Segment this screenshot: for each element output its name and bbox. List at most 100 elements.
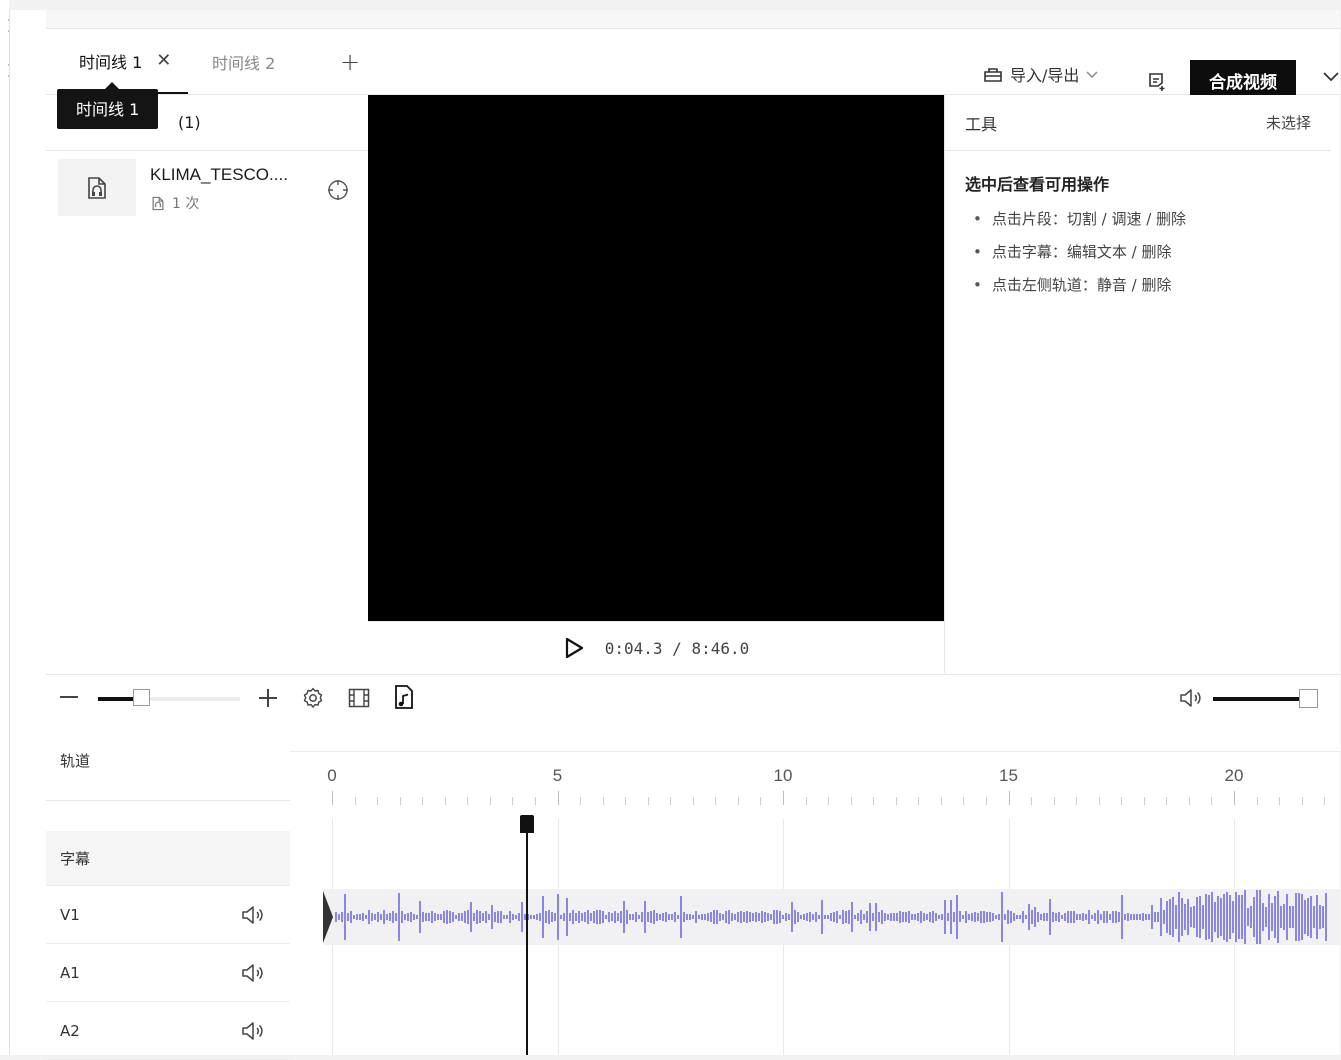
track-label: A1 [60,963,80,982]
target-icon[interactable] [326,178,350,202]
waveform-bar [914,913,916,921]
waveform-bar [413,913,415,921]
tab-timeline-1[interactable]: 时间线 1 ✕ [58,29,188,94]
playhead[interactable] [525,815,528,1055]
waveform-bar [728,910,730,924]
ruler-tick [783,791,784,805]
video-clip[interactable] [323,889,1340,945]
waveform-bar [1052,911,1054,923]
waveform-bar [890,913,892,921]
speaker-icon[interactable] [240,1020,266,1042]
playhead-handle[interactable] [519,815,534,833]
minus-icon[interactable] [60,695,78,699]
waveform-bar [614,911,616,923]
waveform-bar [749,911,751,923]
waveform-bar [1148,914,1150,920]
waveform-bar [1271,902,1273,931]
waveform-bar [1028,904,1030,930]
waveform-bar [680,895,682,939]
chevron-down-icon[interactable] [1321,69,1341,83]
speaker-icon[interactable] [1178,687,1204,709]
chat-icon[interactable] [1146,71,1168,93]
waveform-bar [1085,913,1087,921]
waveform-bar [338,913,340,921]
ruler-label: 5 [552,766,563,785]
waveform-bar [488,913,490,921]
ruler-tick [692,797,694,805]
tab-label: 时间线 1 [79,52,143,72]
waveform-bar [620,911,622,923]
waveform-bar [359,914,361,920]
waveform-bar [830,913,832,921]
zoom-slider[interactable] [98,689,240,706]
ruler-top-strip [290,721,1340,752]
waveform-bar [812,913,814,921]
waveform-bar [1019,914,1021,920]
track-label: 字幕 [60,849,91,868]
ruler-tick [873,797,875,805]
ruler-tick [1076,797,1078,805]
waveform-bar [977,912,979,922]
playback-bar: 0:04.3 / 8:46.0 [368,621,944,674]
track-row-a1[interactable]: A1 [46,944,290,1002]
waveform-bar [491,904,493,930]
timeline-canvas[interactable]: 0 5 10 15 20 [290,721,1340,1055]
waveform-bar [530,914,532,919]
waveform-bar [1199,896,1201,938]
music-file-icon[interactable] [393,684,415,710]
waveform-bar [623,901,625,933]
waveform-bar [776,910,778,924]
ruler-label: 15 [999,766,1018,785]
plus-icon[interactable] [259,689,277,707]
ruler-tick [1166,797,1168,805]
waveform-bar [956,895,958,939]
waveform-bar [857,913,859,921]
ruler-tick [963,797,965,805]
waveform-bar [926,913,928,921]
waveform-bar [368,910,370,924]
waveform-bar [701,913,703,921]
zoom-slider-handle[interactable] [132,689,150,706]
waveform-bar [575,912,577,922]
track-row-subtitles[interactable]: 字幕 [46,831,290,886]
waveform-bar [1256,890,1258,944]
video-canvas[interactable] [368,95,944,621]
waveform-bar [869,903,871,931]
film-icon[interactable] [348,687,370,709]
hint-title: 选中后查看可用操作 [965,175,1110,194]
track-row-v1[interactable]: V1 [46,886,290,944]
tab-timeline-2[interactable]: 时间线 2 [212,29,275,94]
ruler-label: 20 [1224,766,1244,785]
waveform-bar [1130,914,1132,920]
waveform-bar [803,914,805,920]
speaker-icon[interactable] [240,904,266,926]
waveform-bar [1235,892,1237,942]
waveform-bar [1274,896,1276,938]
waveform-bar [704,913,706,921]
waveform-bar [968,913,970,921]
waveform-bar [983,911,985,923]
waveform-bar [860,910,862,924]
volume-slider[interactable] [1213,697,1308,701]
asset-item[interactable]: KLIMA_TESCO.... 1 次 [58,159,358,219]
waveform-bar [1268,893,1270,941]
close-icon[interactable]: ✕ [156,50,171,71]
ruler-tick [467,797,469,805]
ruler-tick [399,797,401,805]
waveform-bar [1184,903,1186,931]
speaker-icon[interactable] [240,962,266,984]
waveform-bar [1208,895,1210,939]
waveform-bar [659,914,661,920]
tools-panel: 工具 未选择 选中后查看可用操作 点击片段：切割 / 调速 / 删除 点击字幕：… [944,95,1331,673]
waveform-bar [1244,890,1246,944]
waveform-bar [401,910,403,924]
volume-slider-handle[interactable] [1299,689,1318,708]
play-icon[interactable] [563,636,585,660]
clip-start-handle[interactable] [323,889,333,945]
track-row-a2[interactable]: A2 [46,1002,290,1060]
add-tab-button[interactable]: + [340,29,360,94]
import-export-button[interactable]: 导入/导出 [982,62,1099,86]
waveform-bar [458,913,460,921]
settings-icon[interactable] [302,687,324,709]
waveform-bar [1316,894,1318,940]
